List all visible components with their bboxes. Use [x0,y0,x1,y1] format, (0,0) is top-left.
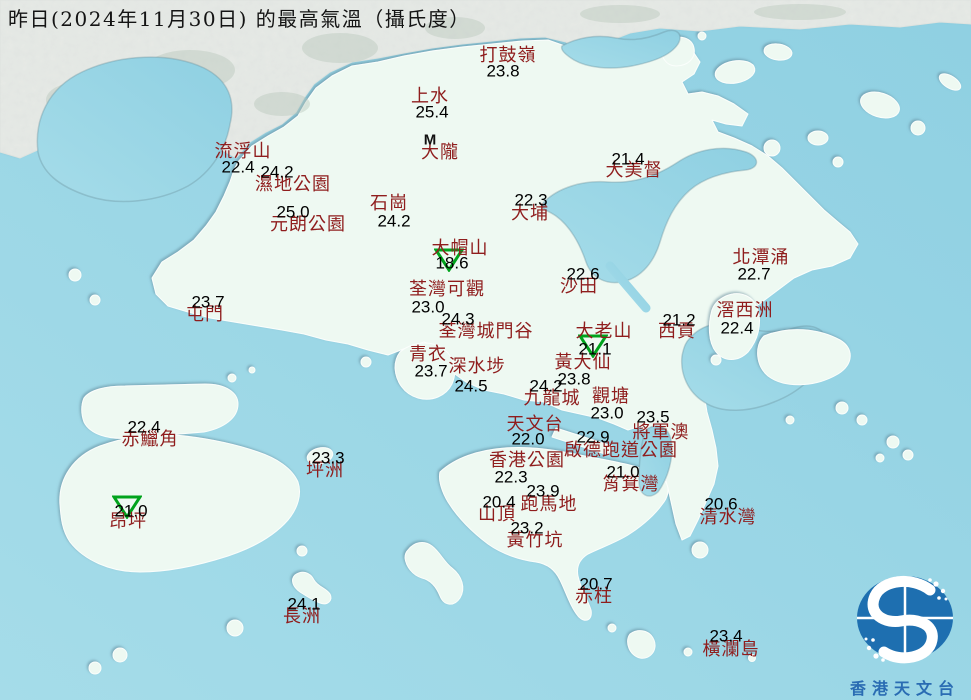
basalt-island [835,401,849,415]
ninepin-island-1 [886,435,900,449]
weather-map-page: 昨日(2024年11月30日) 的最高氣溫（攝氏度） 23.8 打鼓嶺 25.4 上水… [0,0,971,700]
ap-chau-island [697,31,707,41]
brothers-island-2 [248,366,256,374]
beaufort-island [607,623,617,633]
bluff-island [856,414,868,426]
shek-kwu-chau-island [226,619,244,637]
lung-kwu-chau-island [68,268,82,282]
hko-logo-emblem [857,575,953,664]
hong-kong-basemap [0,0,971,700]
page-title: 昨日(2024年11月30日) 的最高氣溫（攝氏度） [8,7,471,31]
soko-island-2 [88,661,102,675]
port-island [807,130,829,146]
ma-wan-island [360,356,372,368]
steep-island [785,415,795,425]
hko-logo-chinese-name: 香港天文台 [849,679,960,698]
mirs-bay-island-2 [910,120,926,136]
soko-island-1 [112,647,128,663]
sharp-island [710,354,722,366]
hei-ling-chau-island [296,545,308,557]
ninepin-island-3 [875,453,885,463]
tung-lung-island [691,541,709,559]
brothers-island-1 [227,373,237,383]
chek-chau-island [832,156,844,168]
hko-logo: 香港天文台 HONG KONG OBSERVATORY [840,568,971,700]
ninepin-island-2 [902,449,914,461]
waglan-island [748,654,756,662]
sung-kong-island [683,647,693,657]
tap-mun-island [763,139,781,157]
sha-chau-island [89,294,101,306]
